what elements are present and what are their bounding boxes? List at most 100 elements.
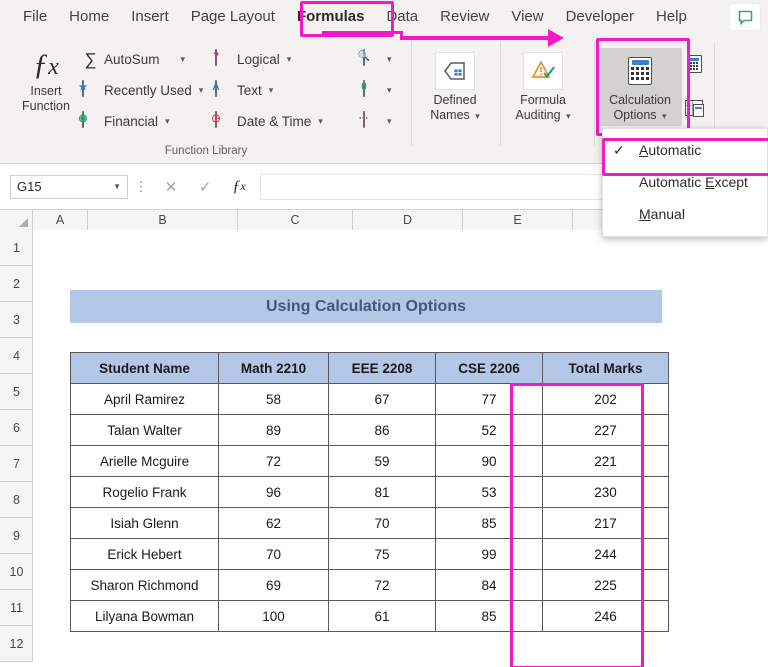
dropdown-item-manual[interactable]: Manual (603, 198, 767, 230)
student-name-cell[interactable]: April Ramirez (70, 383, 219, 415)
score-cell[interactable]: 85 (435, 600, 543, 632)
table-header-row: Student Name Math 2210 EEE 2208 CSE 2206 Tot… (70, 352, 669, 384)
score-cell[interactable]: 52 (435, 414, 543, 446)
formula-auditing-label-2: Auditing ▾ (515, 108, 571, 122)
confirm-icon[interactable]: ✓ (188, 175, 222, 199)
tab-page-layout[interactable]: Page Layout (182, 4, 284, 30)
score-cell[interactable]: 69 (218, 569, 329, 601)
column-header-c[interactable]: C (238, 210, 353, 230)
column-header-a[interactable]: A (33, 210, 88, 230)
tab-formulas[interactable]: Formulas (288, 4, 374, 30)
column-header-d[interactable]: D (353, 210, 463, 230)
total-marks-cell[interactable]: 230 (542, 476, 669, 508)
tab-insert[interactable]: Insert (122, 4, 178, 30)
function-library-group-label: Function Library (164, 145, 248, 157)
calculation-options-label-1: Calculation (609, 93, 671, 107)
score-cell[interactable]: 99 (435, 538, 543, 570)
cancel-icon[interactable]: ✕ (154, 175, 188, 199)
tab-developer[interactable]: Developer (557, 4, 643, 30)
score-cell[interactable]: 75 (328, 538, 436, 570)
score-cell[interactable]: 72 (328, 569, 436, 601)
student-name-cell[interactable]: Sharon Richmond (70, 569, 219, 601)
score-cell[interactable]: 61 (328, 600, 436, 632)
score-cell[interactable]: 77 (435, 383, 543, 415)
defined-names-button[interactable]: Defined Names ▾ (413, 52, 497, 124)
score-cell[interactable]: 96 (218, 476, 329, 508)
score-cell[interactable]: 85 (435, 507, 543, 539)
total-marks-cell[interactable]: 202 (542, 383, 669, 415)
total-marks-cell[interactable]: 217 (542, 507, 669, 539)
score-cell[interactable]: 53 (435, 476, 543, 508)
row-header-8[interactable]: 8 (0, 482, 33, 518)
chevron-down-icon: ▾ (387, 54, 392, 64)
tab-file[interactable]: File (14, 4, 56, 30)
score-cell[interactable]: 67 (328, 383, 436, 415)
total-marks-cell[interactable]: 246 (542, 600, 669, 632)
more-functions-button[interactable]: ⋯ ▾ (359, 111, 392, 131)
score-cell[interactable]: 89 (218, 414, 329, 446)
name-box[interactable]: G15 ▼ (10, 174, 128, 199)
insert-function-button[interactable]: ƒx Insert Function (16, 48, 76, 114)
column-header-b[interactable]: B (88, 210, 238, 230)
text-button[interactable]: A Text ▾ (212, 80, 273, 100)
score-cell[interactable]: 100 (218, 600, 329, 632)
total-marks-cell[interactable]: 244 (542, 538, 669, 570)
defined-names-label-2: Names ▾ (430, 108, 480, 122)
score-cell[interactable]: 58 (218, 383, 329, 415)
sheet-canvas[interactable]: Using Calculation Options Student Name Ma… (33, 230, 768, 667)
row-header-1[interactable]: 1 (0, 230, 33, 266)
total-marks-cell[interactable]: 227 (542, 414, 669, 446)
score-cell[interactable]: 86 (328, 414, 436, 446)
tab-view[interactable]: View (502, 4, 552, 30)
student-name-cell[interactable]: Erick Hebert (70, 538, 219, 570)
tab-home[interactable]: Home (60, 4, 118, 30)
lookup-reference-button[interactable]: 🔍 ▾ (358, 49, 392, 69)
row-header-6[interactable]: 6 (0, 410, 33, 446)
student-name-cell[interactable]: Arielle Mcguire (70, 445, 219, 477)
tab-help[interactable]: Help (647, 4, 696, 30)
score-cell[interactable]: 90 (435, 445, 543, 477)
student-name-cell[interactable]: Lilyana Bowman (70, 600, 219, 632)
row-header-2[interactable]: 2 (0, 266, 33, 302)
row-header-4[interactable]: 4 (0, 338, 33, 374)
row-header-3[interactable]: 3 (0, 302, 33, 338)
student-name-cell[interactable]: Talan Walter (70, 414, 219, 446)
tab-review[interactable]: Review (431, 4, 498, 30)
score-cell[interactable]: 70 (218, 538, 329, 570)
tab-data[interactable]: Data (377, 4, 427, 30)
row-header-7[interactable]: 7 (0, 446, 33, 482)
autosum-button[interactable]: ∑ AutoSum ▾ (82, 50, 185, 69)
score-cell[interactable]: 70 (328, 507, 436, 539)
score-cell[interactable]: 81 (328, 476, 436, 508)
formula-auditing-button[interactable]: Formula Auditing ▾ (501, 52, 585, 124)
row-header-11[interactable]: 11 (0, 590, 33, 626)
calculation-options-button[interactable]: Calculation Options ▾ (598, 48, 682, 126)
dropdown-item-automatic[interactable]: ✓ Automatic (603, 134, 767, 166)
financial-button[interactable]: ◉ Financial ▾ (79, 111, 170, 131)
score-cell[interactable]: 72 (218, 445, 329, 477)
dropdown-item-automatic-except[interactable]: Automatic Except (603, 166, 767, 198)
calculate-now-button[interactable] (683, 52, 705, 76)
row-header-12[interactable]: 12 (0, 626, 33, 662)
math-trig-button[interactable]: θ ▾ (361, 80, 392, 100)
chevron-down-icon: ▾ (180, 54, 186, 64)
insert-function-icon[interactable]: ƒx (222, 175, 256, 199)
score-cell[interactable]: 84 (435, 569, 543, 601)
score-cell[interactable]: 59 (328, 445, 436, 477)
student-name-cell[interactable]: Rogelio Frank (70, 476, 219, 508)
date-time-button[interactable]: ◷ Date & Time ▾ (212, 111, 323, 131)
total-marks-cell[interactable]: 225 (542, 569, 669, 601)
formula-bar-handle[interactable]: ⋮ (128, 180, 154, 193)
total-marks-cell[interactable]: 221 (542, 445, 669, 477)
comment-button[interactable] (730, 4, 760, 30)
recently-used-button[interactable]: ★ Recently Used ▾ (79, 80, 203, 100)
row-header-10[interactable]: 10 (0, 554, 33, 590)
row-header-9[interactable]: 9 (0, 518, 33, 554)
score-cell[interactable]: 62 (218, 507, 329, 539)
calculate-sheet-button[interactable] (683, 96, 705, 120)
select-all-corner[interactable] (0, 210, 33, 230)
row-header-5[interactable]: 5 (0, 374, 33, 410)
column-header-e[interactable]: E (463, 210, 573, 230)
logical-button[interactable]: ? Logical ▾ (213, 49, 291, 69)
student-name-cell[interactable]: Isiah Glenn (70, 507, 219, 539)
